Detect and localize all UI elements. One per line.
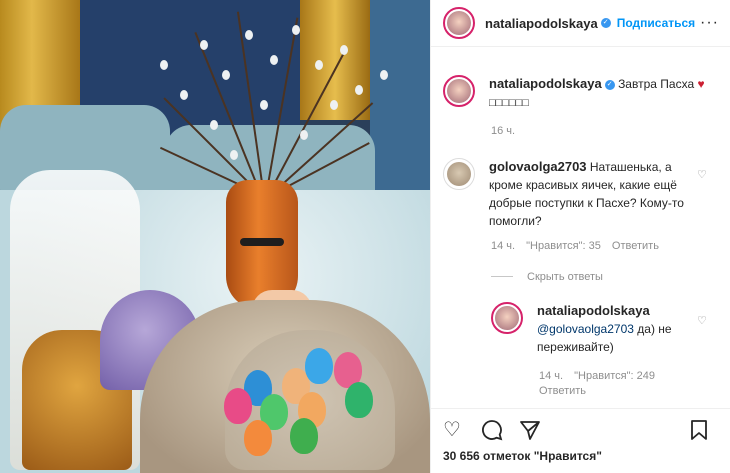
red-heart-icon: ♥ (697, 77, 705, 91)
reply-meta: 14 ч. "Нравится": 249 Ответить (539, 369, 689, 399)
author-avatar[interactable] (443, 7, 475, 39)
save-bookmark-icon[interactable] (689, 419, 709, 446)
comment-like-heart-icon[interactable]: ♡ (697, 168, 709, 181)
post-actions: ♡ (431, 408, 730, 448)
share-paper-plane-icon[interactable] (519, 419, 541, 446)
reply-text-block: nataliapodolskaya @golovaolga2703 да) не… (537, 302, 687, 356)
comment: golovaolga2703 Наташенька, а кроме краси… (443, 158, 689, 230)
comment-bubble-icon[interactable] (481, 419, 503, 446)
likes-count[interactable]: 30 656 отметок "Нравится" (443, 449, 602, 463)
hide-replies-line (491, 276, 513, 277)
caption: nataliapodolskaya ✓ Завтра Пасха ♥ □□□□□□ (443, 75, 709, 112)
follow-button[interactable]: Подписаться (617, 16, 695, 30)
comment-time[interactable]: 14 ч. (491, 240, 515, 252)
reply-username[interactable]: nataliapodolskaya (537, 303, 650, 318)
caption-time[interactable]: 16 ч. (491, 125, 515, 137)
reply-mention[interactable]: @golovaolga2703 (537, 322, 634, 336)
more-options-icon[interactable]: ··· (700, 14, 719, 32)
instagram-post: nataliapodolskaya ✓ Подписаться ··· nata… (0, 0, 730, 473)
caption-avatar[interactable] (443, 75, 475, 107)
reply-avatar[interactable] (491, 302, 523, 334)
caption-emojis: □□□□□□ (489, 97, 529, 109)
reply-time[interactable]: 14 ч. (539, 370, 563, 382)
author-username[interactable]: nataliapodolskaya (485, 16, 598, 31)
caption-text: Завтра Пасха (618, 77, 695, 91)
post-photo[interactable] (0, 0, 430, 473)
caption-text-block: nataliapodolskaya ✓ Завтра Пасха ♥ □□□□□□ (489, 75, 709, 112)
reply-likes[interactable]: "Нравится": 249 (574, 370, 655, 382)
post-sidebar: nataliapodolskaya ✓ Подписаться ··· nata… (430, 0, 730, 473)
reply-like-heart-icon[interactable]: ♡ (697, 314, 709, 327)
commenter-avatar[interactable] (443, 158, 475, 190)
comment-likes[interactable]: "Нравится": 35 (526, 240, 601, 252)
hide-replies-button[interactable]: Скрыть ответы (527, 271, 603, 283)
reply: nataliapodolskaya @golovaolga2703 да) не… (491, 302, 687, 356)
caption-username[interactable]: nataliapodolskaya (489, 76, 602, 91)
comment-reply-button[interactable]: Ответить (612, 240, 659, 252)
verified-badge-icon: ✓ (604, 79, 615, 90)
comment-text-block: golovaolga2703 Наташенька, а кроме краси… (489, 158, 689, 230)
verified-badge-icon: ✓ (600, 18, 611, 28)
post-header: nataliapodolskaya ✓ Подписаться ··· (431, 0, 730, 47)
comment-username[interactable]: golovaolga2703 (489, 159, 587, 174)
reply-reply-button[interactable]: Ответить (539, 385, 586, 397)
comment-meta: 14 ч. "Нравится": 35 Ответить (491, 240, 659, 252)
like-heart-icon[interactable]: ♡ (443, 419, 461, 441)
photo-vase-ring (240, 238, 284, 246)
